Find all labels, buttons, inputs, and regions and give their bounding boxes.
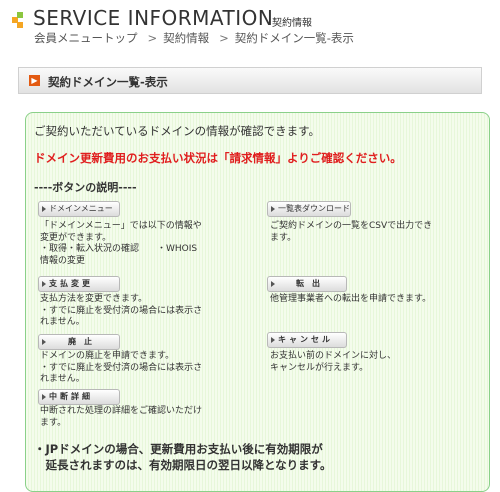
domain-menu-label: ドメインメニュー (49, 204, 113, 213)
desc-line: ・取得・転入状況の確認 ・WHOIS (40, 244, 198, 254)
play-icon (42, 339, 46, 345)
section-header: ▶ 契約ドメイン一覧-表示 (18, 67, 482, 94)
billing-notice: ドメイン更新費用のお支払い状況は「請求情報」よりご確認ください。 (34, 151, 402, 165)
desc-line: 変更ができます。 (40, 232, 112, 243)
payment-change-desc: 支払方法を変更できます。 ・すでに廃止を受付済の場合には表示さ れません。 (40, 294, 202, 329)
transfer-out-desc: 他管理事業者への転出を申請できます。 (270, 294, 431, 306)
play-icon (42, 206, 46, 212)
list-download-desc: ご契約ドメインの一覧をCSVで出力でき ます。 (270, 221, 432, 244)
play-icon (271, 206, 275, 212)
info-panel: ご契約いただいているドメインの情報が確認できます。 ドメイン更新費用のお支払い状… (25, 112, 490, 492)
play-icon (42, 281, 46, 287)
desc-line: ご契約ドメインの一覧をCSVで出力でき (270, 221, 433, 231)
cancel-button[interactable]: キャンセル (267, 332, 347, 348)
cancel-label: キャンセル (278, 335, 333, 344)
desc-line: 中断された処理の詳細をご確認いただけ (40, 406, 203, 416)
suspend-detail-label: 中断詳細 (49, 392, 93, 401)
logo-icon (12, 12, 28, 28)
breadcrumb-item-current: 契約ドメイン一覧-表示 (234, 31, 354, 45)
domain-menu-desc: 「ドメインメニュー」では以下の情報や 変更ができます。 ・取得・転入状況の確認 … (40, 221, 202, 267)
desc-line: 情報の変更 (40, 255, 86, 266)
desc-line: ドメインの廃止を申請できます。 (40, 351, 175, 361)
payment-change-label: 支払変更 (49, 279, 93, 288)
desc-line: 「ドメインメニュー」では以下の情報や (40, 221, 202, 231)
header: SERVICE INFORMATION 契約情報 会員メニュートップ > 契約情報 >… (0, 0, 500, 62)
list-download-button[interactable]: 一覧表ダウンロード (267, 201, 351, 217)
transfer-out-button[interactable]: 転出 (267, 276, 347, 292)
breadcrumb-item-contract-info[interactable]: 契約情報 (163, 31, 209, 45)
abolish-desc: ドメインの廃止を申請できます。 ・すでに廃止を受付済の場合には表示さ れません。 (40, 351, 202, 386)
page-title: SERVICE INFORMATION (33, 6, 274, 30)
payment-change-button[interactable]: 支払変更 (38, 276, 120, 292)
suspend-detail-desc: 中断された処理の詳細をご確認いただけ ます。 (40, 406, 202, 429)
desc-line: お支払い前のドメインに対し、 (270, 351, 397, 361)
jp-domain-footnote: ・JPドメインの場合、更新費用お支払い後に有効期限が 延長されますのは、有効期限… (34, 441, 332, 473)
desc-line: ・すでに廃止を受付済の場合には表示さ (40, 362, 203, 373)
buttons-heading: ----ボタンの説明---- (34, 181, 137, 194)
transfer-out-label: 転出 (296, 279, 328, 288)
page-subtitle: 契約情報 (272, 18, 312, 29)
desc-line: 支払方法を変更できます。 (40, 294, 148, 304)
desc-line: れません。 (40, 374, 85, 384)
play-icon (271, 281, 275, 287)
desc-line: ます。 (270, 232, 297, 243)
breadcrumb-item-member-top[interactable]: 会員メニュートップ (34, 31, 138, 45)
breadcrumb-separator: > (219, 31, 229, 45)
orange-arrow-icon: ▶ (29, 75, 40, 86)
footnote-line: 延長されますのは、有効期限日の翌日以降となります。 (34, 458, 332, 472)
desc-line: 他管理事業者への転出を申請できます。 (270, 294, 432, 304)
desc-line: ・すでに廃止を受付済の場合には表示さ (40, 305, 203, 316)
breadcrumb: 会員メニュートップ > 契約情報 > 契約ドメイン一覧-表示 (34, 30, 358, 46)
section-title: 契約ドメイン一覧-表示 (48, 75, 168, 89)
breadcrumb-separator: > (147, 31, 158, 45)
play-icon (42, 394, 46, 400)
desc-line: ます。 (40, 417, 67, 428)
intro-text: ご契約いただいているドメインの情報が確認できます。 (34, 124, 321, 138)
desc-line: キャンセルが行えます。 (270, 362, 369, 373)
suspend-detail-button[interactable]: 中断詳細 (38, 389, 120, 405)
abolish-button[interactable]: 廃止 (38, 334, 120, 350)
desc-line: れません。 (40, 317, 85, 327)
play-icon (271, 337, 275, 343)
list-download-label: 一覧表ダウンロード (278, 204, 350, 213)
abolish-label: 廃止 (68, 337, 100, 346)
domain-menu-button[interactable]: ドメインメニュー (38, 201, 120, 217)
footnote-line: ・JPドメインの場合、更新費用お支払い後に有効期限が (34, 442, 323, 456)
cancel-desc: お支払い前のドメインに対し、 キャンセルが行えます。 (270, 351, 396, 374)
